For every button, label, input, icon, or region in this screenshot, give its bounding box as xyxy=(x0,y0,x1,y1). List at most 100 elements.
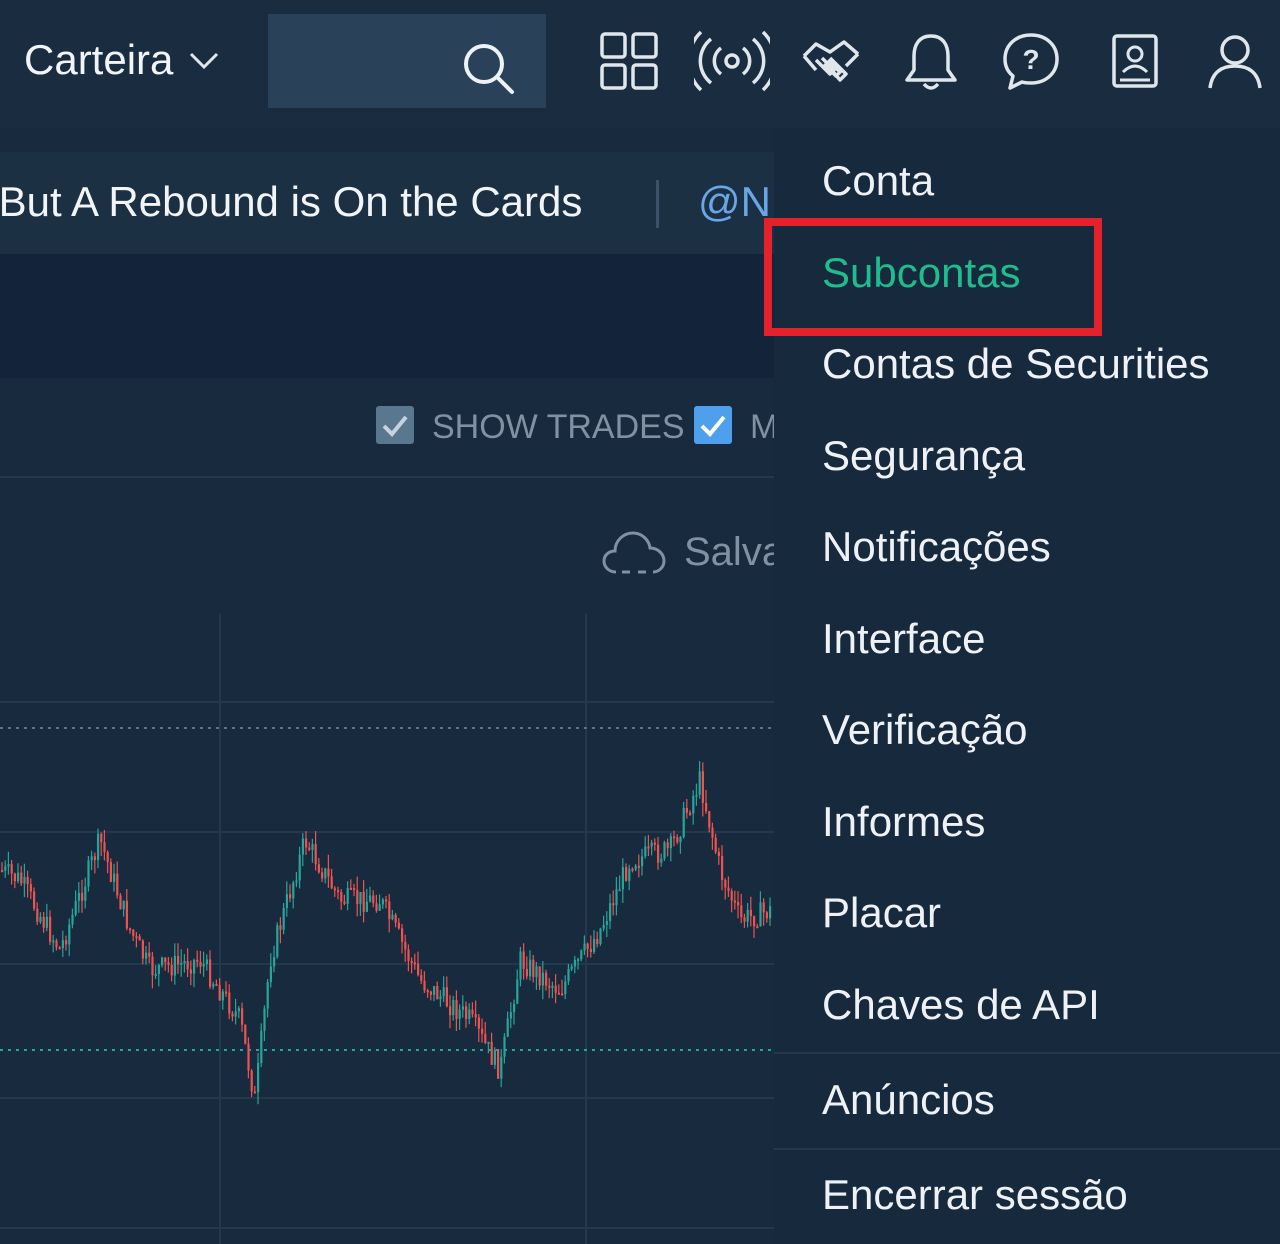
price-chart[interactable] xyxy=(0,600,774,1244)
candle xyxy=(202,951,205,977)
candle xyxy=(557,984,560,995)
menu-item-seguranca[interactable]: Segurança xyxy=(822,421,1025,491)
menu-item-informes[interactable]: Informes xyxy=(822,787,985,857)
menu-item-chaves-api[interactable]: Chaves de API xyxy=(822,970,1100,1040)
candle xyxy=(599,927,602,946)
candle xyxy=(170,957,173,982)
candle xyxy=(644,836,647,859)
candle xyxy=(676,834,679,845)
candle xyxy=(628,864,631,891)
news-ticker[interactable]: y But A Rebound is On the Cards @N xyxy=(0,152,774,254)
candle xyxy=(161,956,164,968)
candle xyxy=(317,858,320,874)
candle xyxy=(42,911,45,933)
candle xyxy=(756,923,759,929)
candle xyxy=(765,911,768,923)
candlestick-series xyxy=(1,761,772,1105)
candle xyxy=(263,1005,266,1042)
chart-grid xyxy=(0,614,774,1244)
candle xyxy=(567,963,570,985)
candle xyxy=(394,912,397,928)
candle xyxy=(237,1005,240,1019)
menu-item-placar[interactable]: Placar xyxy=(822,878,941,948)
show-trades-checkbox[interactable] xyxy=(376,406,414,444)
search-input[interactable] xyxy=(268,14,458,108)
candle xyxy=(493,1047,496,1069)
candle xyxy=(244,1024,247,1045)
grid-button[interactable] xyxy=(598,30,660,92)
candle xyxy=(324,867,327,884)
address-book-button[interactable] xyxy=(1104,30,1166,92)
candle xyxy=(660,853,663,867)
candle xyxy=(513,999,516,1025)
menu-item-logout[interactable]: Encerrar sessão xyxy=(822,1160,1128,1230)
candle xyxy=(337,886,340,900)
candle xyxy=(4,860,7,878)
menu-item-conta[interactable]: Conta xyxy=(822,146,934,216)
candle xyxy=(682,802,685,839)
candle xyxy=(669,833,672,862)
menu-item-notificacoes[interactable]: Notificações xyxy=(822,512,1051,582)
candle xyxy=(289,884,292,903)
news-source-handle[interactable]: @N xyxy=(698,178,771,226)
candle xyxy=(401,923,404,954)
help-button[interactable]: ? xyxy=(1000,30,1062,92)
candle xyxy=(666,838,669,857)
highlight-box xyxy=(764,218,1102,336)
candle xyxy=(247,1037,250,1079)
handshake-button[interactable] xyxy=(800,30,862,92)
candle xyxy=(250,1069,253,1098)
candle xyxy=(449,995,452,1029)
candle xyxy=(468,1003,471,1025)
candle xyxy=(241,1002,244,1032)
cloud-icon xyxy=(602,531,666,574)
broadcast-button[interactable] xyxy=(694,30,770,92)
candle xyxy=(663,840,666,862)
candle xyxy=(77,882,80,913)
svg-text:?: ? xyxy=(1022,44,1039,75)
candle xyxy=(209,950,212,989)
candle xyxy=(388,893,391,933)
candle xyxy=(455,990,458,1032)
candle xyxy=(509,1002,512,1029)
save-chart-button[interactable]: Salva xyxy=(600,522,774,582)
candle xyxy=(353,883,356,897)
candle xyxy=(625,863,628,882)
menu-item-interface[interactable]: Interface xyxy=(822,604,985,674)
candle xyxy=(333,886,336,897)
second-option-checkbox[interactable] xyxy=(694,406,732,444)
chevron-down-icon xyxy=(190,52,219,70)
candle xyxy=(477,1014,480,1042)
candle xyxy=(423,971,426,994)
candle xyxy=(721,845,724,891)
bell-icon xyxy=(905,34,957,90)
search-icon[interactable] xyxy=(460,40,516,96)
candle xyxy=(481,1018,484,1043)
candle xyxy=(487,1041,490,1054)
candle xyxy=(7,851,10,875)
candle xyxy=(525,956,528,980)
candle xyxy=(177,943,180,974)
candle xyxy=(711,822,714,850)
candle xyxy=(372,890,375,908)
candle xyxy=(26,870,29,898)
menu-item-contas-securities[interactable]: Contas de Securities xyxy=(822,329,1210,399)
candle xyxy=(340,888,343,910)
candle xyxy=(74,890,77,917)
candle xyxy=(497,1049,500,1079)
menu-item-anuncios[interactable]: Anúncios xyxy=(822,1065,995,1135)
candle xyxy=(753,915,756,938)
candle xyxy=(397,918,400,930)
user-menu-button[interactable] xyxy=(1204,30,1266,92)
candle xyxy=(330,868,333,890)
menu-item-verificacao[interactable]: Verificação xyxy=(822,695,1027,765)
candle xyxy=(705,789,708,814)
wallet-dropdown[interactable]: Carteira xyxy=(24,32,221,88)
notifications-button[interactable] xyxy=(900,30,962,92)
grid-icon xyxy=(600,32,658,90)
candle xyxy=(103,829,106,861)
candle xyxy=(308,842,311,852)
news-headline[interactable]: y But A Rebound is On the Cards xyxy=(0,178,582,226)
candle xyxy=(593,930,596,955)
candle xyxy=(349,879,352,891)
